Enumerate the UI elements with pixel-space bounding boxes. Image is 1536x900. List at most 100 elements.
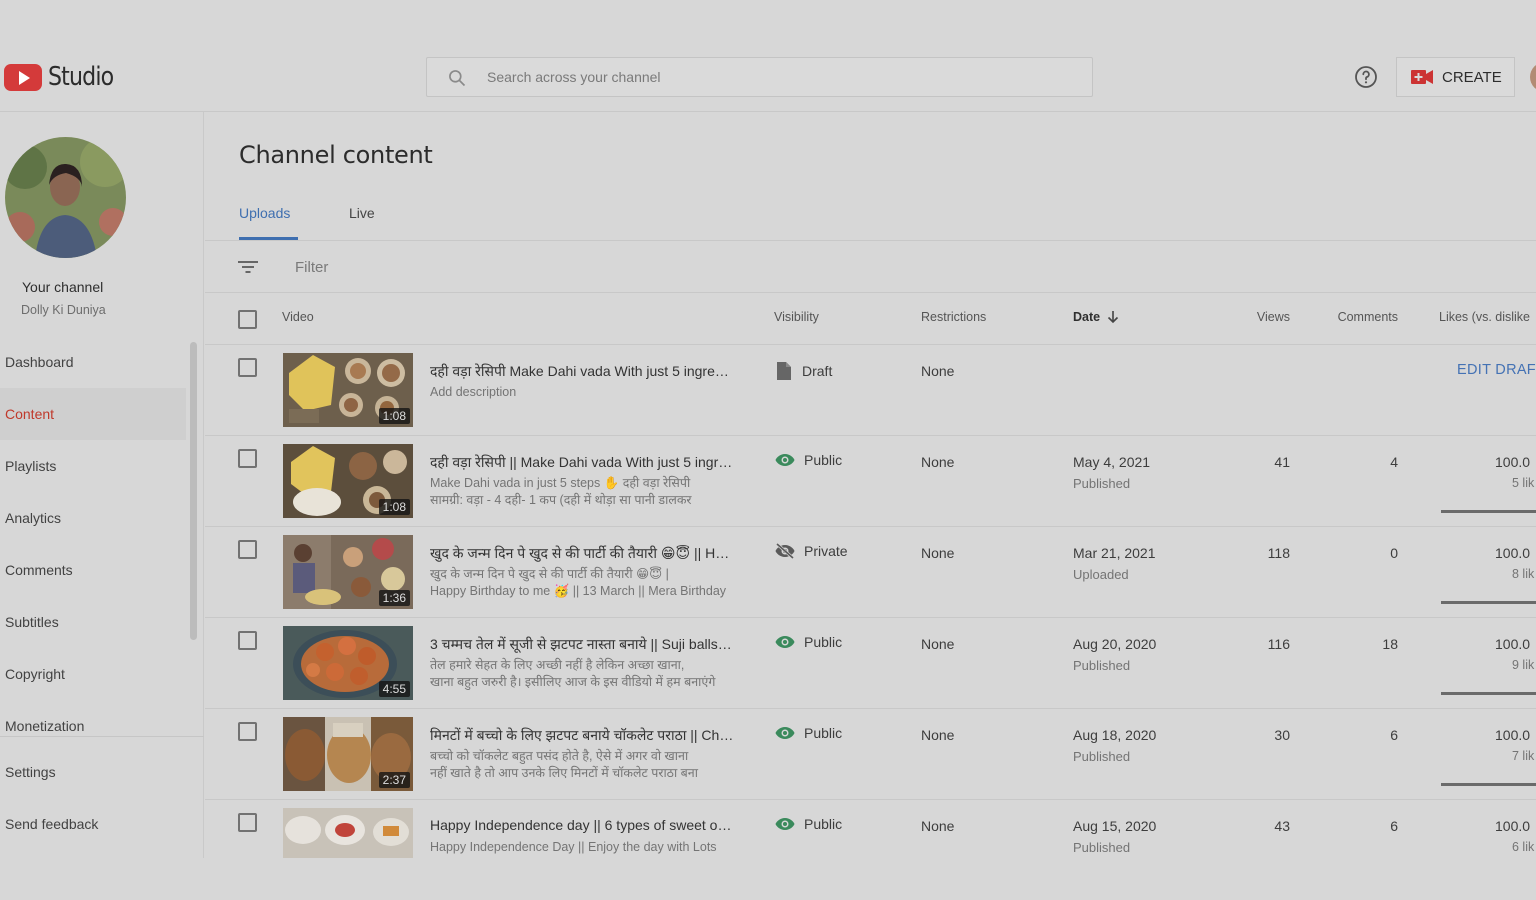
likes-percent: 100.0: [1495, 818, 1531, 834]
sidebar-item-label: Content: [5, 406, 55, 422]
sidebar-item-label: Send feedback: [5, 816, 99, 832]
video-thumbnail[interactable]: 1:08: [283, 444, 413, 518]
visibility-cell[interactable]: Private: [775, 543, 848, 559]
video-description: बच्चो को चॉकलेट बहुत पसंद होते है, ऐसे म…: [430, 748, 735, 782]
tab-uploads[interactable]: Uploads: [239, 205, 290, 221]
table-row[interactable]: 1:08 दही वड़ा रेसिपी || Make Dahi vada W…: [205, 436, 1536, 527]
video-title[interactable]: दही वड़ा रेसिपी Make Dahi vada With just…: [430, 362, 735, 381]
likes-percent: 100.0: [1495, 727, 1531, 743]
sidebar-item-dashboard[interactable]: Dashboard: [0, 336, 186, 388]
column-header-date[interactable]: Date: [1073, 310, 1120, 324]
create-label: CREATE: [1442, 68, 1502, 86]
row-checkbox[interactable]: [238, 813, 257, 832]
visibility-cell[interactable]: Public: [775, 452, 842, 468]
sidebar-item-monetization[interactable]: Monetization: [0, 700, 186, 752]
video-description-line: Happy Independence Day || Enjoy the day …: [430, 840, 717, 854]
table-row[interactable]: Happy Independence day || 6 types of swe…: [205, 800, 1536, 858]
row-checkbox[interactable]: [238, 449, 257, 468]
sidebar-item-content[interactable]: Content: [0, 388, 186, 440]
visibility-cell[interactable]: Public: [775, 634, 842, 650]
visibility-label: Public: [804, 725, 843, 741]
column-header-comments[interactable]: Comments: [1338, 310, 1398, 324]
sidebar-scrollbar[interactable]: [190, 342, 197, 640]
table-row[interactable]: 1:08 दही वड़ा रेसिपी Make Dahi vada With…: [205, 345, 1536, 436]
column-header-likes[interactable]: Likes (vs. dislike: [1439, 310, 1530, 324]
restrictions-value: None: [921, 818, 955, 834]
channel-avatar[interactable]: [5, 137, 126, 258]
column-header-views[interactable]: Views: [1257, 310, 1290, 324]
video-title[interactable]: खुद के जन्म दिन पे खुद से की पार्टी की त…: [430, 544, 735, 563]
column-header-video[interactable]: Video: [282, 310, 314, 324]
restrictions-value: None: [921, 727, 955, 743]
column-header-date-label: Date: [1073, 310, 1101, 324]
video-title[interactable]: Happy Independence day || 6 types of swe…: [430, 817, 735, 833]
column-header-restrictions[interactable]: Restrictions: [921, 310, 986, 324]
sidebar-item-comments[interactable]: Comments: [0, 544, 186, 596]
likes-count: 7 lik: [1512, 749, 1535, 763]
video-thumbnail[interactable]: 4:55: [283, 626, 413, 700]
likes-bar: [1441, 510, 1536, 513]
likes-count: 9 lik: [1512, 658, 1535, 672]
video-description: Make Dahi vada in just 5 steps ✋ दही वड़…: [430, 475, 735, 509]
likes-percent: 100.0: [1495, 454, 1531, 470]
video-duration: 4:55: [378, 681, 410, 697]
visibility-label: Public: [804, 816, 843, 832]
video-thumbnail[interactable]: 1:36: [283, 535, 413, 609]
sidebar-item-copyright[interactable]: Copyright: [0, 648, 186, 700]
sidebar-item-label: Comments: [5, 562, 73, 578]
date-status: Published: [1073, 658, 1131, 673]
sidebar-item-label: Playlists: [5, 458, 57, 474]
row-checkbox[interactable]: [238, 722, 257, 741]
table-row[interactable]: 1:36 खुद के जन्म दिन पे खुद से की पार्टी…: [205, 527, 1536, 618]
video-thumbnail[interactable]: 1:08: [283, 353, 413, 427]
main-content: Channel content Uploads Live Video Visib…: [205, 112, 1536, 858]
video-description-line: सामग्री: वड़ा - 4 दही- 1 कप (दही में थोड…: [430, 493, 692, 507]
sidebar-item-send-feedback[interactable]: Send feedback: [0, 798, 186, 850]
visibility-label: Private: [804, 543, 848, 559]
search-input[interactable]: [487, 58, 1077, 96]
studio-logo[interactable]: Studio: [4, 62, 125, 92]
likes-bar: [1441, 601, 1536, 604]
select-all-checkbox[interactable]: [238, 310, 257, 329]
date-value: Aug 18, 2020: [1073, 727, 1157, 743]
tab-live[interactable]: Live: [349, 205, 375, 221]
column-header-visibility[interactable]: Visibility: [774, 310, 819, 324]
edit-draft-button[interactable]: EDIT DRAFT: [1457, 362, 1536, 378]
video-thumbnail[interactable]: 2:37: [283, 717, 413, 791]
date-status: Published: [1073, 749, 1131, 764]
restrictions-value: None: [921, 363, 955, 379]
row-checkbox[interactable]: [238, 358, 257, 377]
logo-text: Studio: [48, 62, 114, 92]
create-button[interactable]: CREATE: [1396, 57, 1515, 97]
sidebar-item-subtitles[interactable]: Subtitles: [0, 596, 186, 648]
sidebar-item-analytics[interactable]: Analytics: [0, 492, 186, 544]
row-checkbox[interactable]: [238, 631, 257, 650]
views-count: 116: [1267, 636, 1290, 652]
visibility-cell[interactable]: Public: [775, 816, 842, 832]
filter-input[interactable]: [295, 252, 895, 282]
video-description: खुद के जन्म दिन पे खुद से की पार्टी की त…: [430, 566, 735, 600]
video-description: तेल हमारे सेहत के लिए अच्छी नहीं है लेकि…: [430, 657, 735, 691]
help-icon[interactable]: [1354, 65, 1378, 89]
filter-icon[interactable]: [237, 257, 259, 277]
row-checkbox[interactable]: [238, 540, 257, 559]
video-description-line: नहीं खाते है तो आप उनके लिए मिनटों में च…: [430, 766, 698, 780]
video-duration: 2:37: [378, 772, 410, 788]
visibility-cell[interactable]: Public: [775, 725, 842, 741]
video-title[interactable]: मिनटों में बच्चो के लिए झटपट बनाये चॉकले…: [430, 726, 735, 745]
video-duration: 1:36: [378, 590, 410, 606]
comments-count: 6: [1390, 727, 1398, 743]
video-title[interactable]: 3 चम्मच तेल में सूजी से झटपट नास्ता बनाय…: [430, 635, 735, 654]
sidebar-item-settings[interactable]: Settings: [0, 746, 186, 798]
sidebar-item-playlists[interactable]: Playlists: [0, 440, 186, 492]
table-row[interactable]: 2:37 मिनटों में बच्चो के लिए झटपट बनाये …: [205, 709, 1536, 800]
search-box[interactable]: [426, 57, 1093, 97]
video-thumbnail[interactable]: [283, 808, 413, 858]
sidebar-item-label: Analytics: [5, 510, 62, 526]
visibility-cell[interactable]: Draft: [775, 361, 832, 381]
eye-icon: [775, 454, 795, 466]
views-count: 43: [1274, 818, 1290, 834]
table-row[interactable]: 4:55 3 चम्मच तेल में सूजी से झटपट नास्ता…: [205, 618, 1536, 709]
video-description-line: खाना बहुत जरुरी है। इसीलिए आज के इस वीडि…: [430, 675, 716, 689]
video-title[interactable]: दही वड़ा रेसिपी || Make Dahi vada With j…: [430, 453, 735, 472]
